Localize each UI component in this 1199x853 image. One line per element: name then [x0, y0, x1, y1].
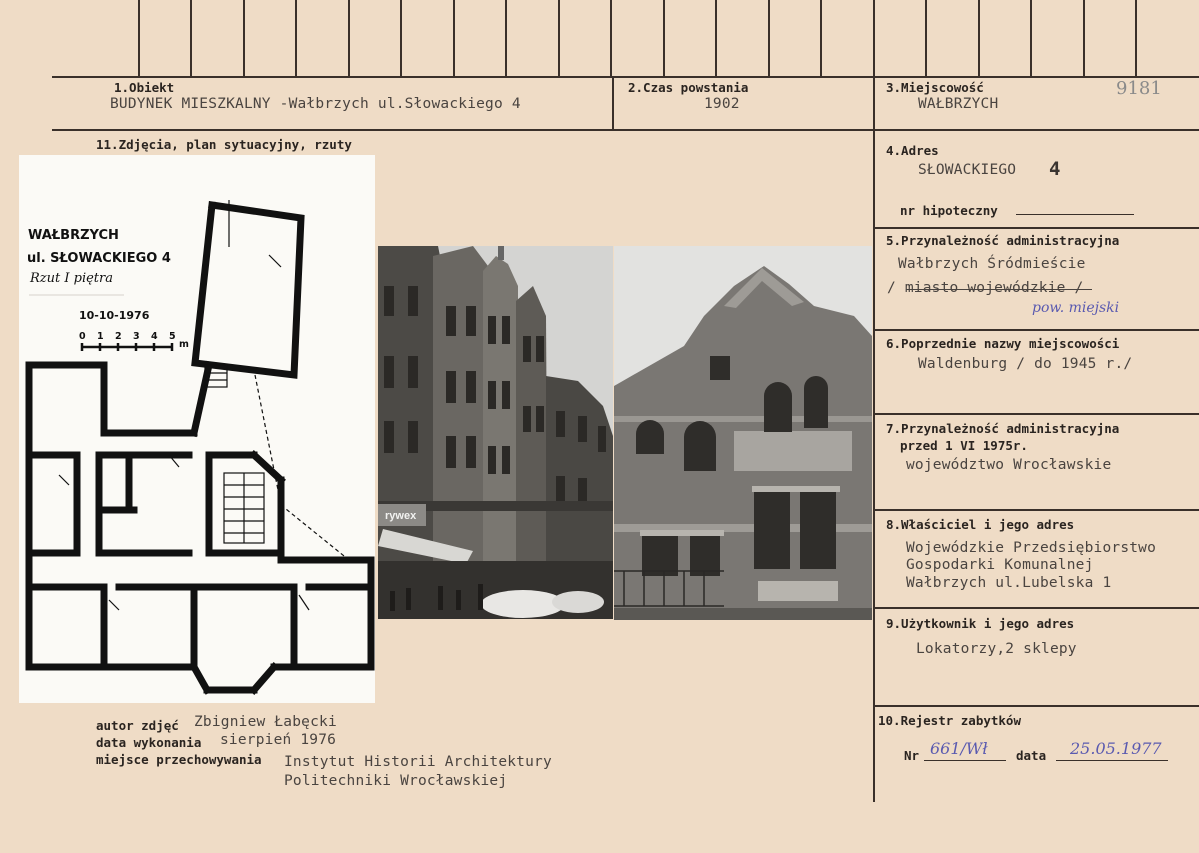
field-10-nr-label: Nr — [904, 748, 920, 763]
field-6-value: Waldenburg / do 1945 r./ — [918, 356, 1133, 372]
facade-photo-image — [614, 246, 872, 620]
field-7-label-1: 7.Przynależność administracyjna — [886, 421, 1120, 436]
tick — [295, 0, 297, 76]
storage-value-2: Politechniki Wrocławskiej — [284, 773, 508, 789]
field-10-nr-value: 661/Wł — [930, 739, 988, 758]
nr-blank-line — [924, 760, 1006, 761]
field-3-label: 3.Miejscowość — [886, 80, 984, 95]
field-5-value-1: Wałbrzych Śródmieście — [898, 256, 1086, 272]
shop-sign: rywex — [385, 510, 417, 522]
field-8-line-2: Gospodarki Komunalnej — [906, 557, 1094, 573]
tick — [768, 0, 770, 76]
field-5-label: 5.Przynależność administracyjna — [886, 233, 1120, 248]
tick — [505, 0, 507, 76]
field-8-line-1: Wojewódzkie Przedsiębiorstwo — [906, 540, 1157, 556]
date-taken-value: sierpień 1976 — [220, 732, 337, 748]
storage-value-1: Instytut Historii Architektury — [284, 754, 552, 770]
scale-1: 1 — [97, 331, 104, 342]
field-2-label: 2.Czas powstania — [628, 80, 749, 95]
field-9-value: Lokatorzy,2 sklepy — [916, 641, 1077, 657]
field-7-label-2: przed 1 VI 1975r. — [900, 438, 1028, 453]
plan-city: WAŁBRZYCH — [28, 228, 119, 243]
field-10-data-label: data — [1016, 748, 1047, 763]
tick — [453, 0, 455, 76]
tick — [558, 0, 560, 76]
tick — [610, 0, 612, 76]
storage-label: miejsce przechowywania — [96, 752, 262, 767]
plan-date: 10-10-1976 — [79, 309, 150, 322]
tick — [978, 0, 980, 76]
field-9-label: 9.Użytkownik i jego adres — [886, 616, 1075, 631]
tick — [1030, 0, 1032, 76]
field-10-label: 10.Rejestr zabytków — [878, 713, 1021, 728]
field-2-value: 1902 — [704, 96, 740, 112]
tick — [190, 0, 192, 76]
tick — [873, 0, 875, 76]
tick — [243, 0, 245, 76]
tick — [400, 0, 402, 76]
tick — [715, 0, 717, 76]
field-8-label: 8.Właściciel i jego adres — [886, 517, 1075, 532]
rule-row1 — [52, 129, 1199, 131]
plan-street: ul. SŁOWACKIEGO 4 — [27, 251, 171, 266]
scale-5: 5 — [169, 331, 176, 342]
data-blank-line — [1056, 760, 1168, 761]
catalog-number: 9181 — [1116, 78, 1162, 99]
field-5-handwritten-note: pow. miejski — [1032, 300, 1120, 316]
tick — [1135, 0, 1137, 76]
author-value: Zbigniew Łabęcki — [194, 714, 337, 730]
tick — [925, 0, 927, 76]
rule-f8 — [873, 509, 1199, 511]
rule-col-2 — [612, 76, 614, 130]
scale-2: 2 — [115, 331, 122, 342]
rule-f5 — [873, 227, 1199, 229]
field-8-line-3: Wałbrzych ul.Lubelska 1 — [906, 575, 1112, 591]
field-4-number: 4 — [1049, 158, 1061, 180]
field-1-label: 1.Obiekt — [114, 80, 175, 95]
tick — [138, 0, 140, 76]
scale-4: 4 — [151, 331, 158, 342]
street-photo: rywex — [378, 246, 613, 619]
scale-unit: m — [179, 339, 189, 350]
field-4-label: 4.Adres — [886, 143, 939, 158]
tick — [348, 0, 350, 76]
rule-f10 — [873, 705, 1199, 707]
plan-subtitle: Rzut I piętra — [30, 271, 113, 286]
date-taken-label: data wykonania — [96, 735, 202, 750]
tick — [820, 0, 822, 76]
rule-f7 — [873, 413, 1199, 415]
facade-photo — [614, 246, 872, 620]
strikethrough — [906, 289, 1092, 290]
field-1-value: BUDYNEK MIESZKALNY -Wałbrzych ul.Słowack… — [110, 96, 521, 112]
floor-plan: WAŁBRZYCH ul. SŁOWACKIEGO 4 Rzut I piętr… — [19, 155, 375, 703]
field-10-data-value: 25.05.1977 — [1070, 739, 1162, 758]
field-5-value-2: / miasto wojewódzkie / — [887, 280, 1084, 296]
tick — [663, 0, 665, 76]
field-4-value: SŁOWACKIEGO — [918, 162, 1017, 178]
scale-3: 3 — [133, 331, 140, 342]
author-label: autor zdjęć — [96, 718, 179, 733]
scale-0: 0 — [79, 331, 86, 342]
rule-top — [52, 76, 1199, 78]
hipoteczny-blank-line — [1016, 214, 1134, 215]
street-photo-image — [378, 246, 613, 619]
field-6-label: 6.Poprzednie nazwy miejscowości — [886, 336, 1120, 351]
rule-f6 — [873, 329, 1199, 331]
field-11-label: 11.Zdjęcia, plan sytuacyjny, rzuty — [96, 137, 352, 152]
hipoteczny-label: nr hipoteczny — [900, 203, 998, 218]
rule-right-column — [873, 76, 875, 802]
tick — [1083, 0, 1085, 76]
field-7-value: województwo Wrocławskie — [906, 457, 1112, 473]
rule-f9 — [873, 607, 1199, 609]
field-3-value: WAŁBRZYCH — [918, 96, 999, 112]
record-card: 1.Obiekt BUDYNEK MIESZKALNY -Wałbrzych u… — [0, 0, 1199, 853]
